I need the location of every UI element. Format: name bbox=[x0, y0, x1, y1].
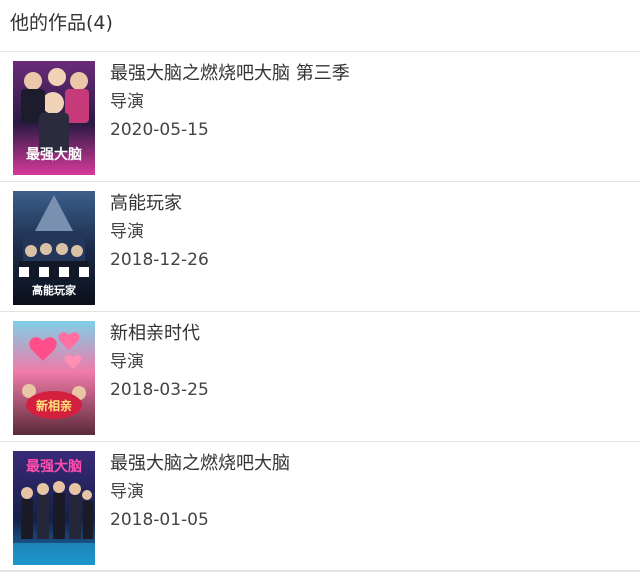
poster-art-high-energy: 高能玩家 bbox=[13, 191, 95, 305]
work-item[interactable]: 高能玩家 高能玩家 导演 2018-12-26 bbox=[0, 182, 640, 312]
work-title[interactable]: 新相亲时代 bbox=[110, 322, 209, 346]
poster-image[interactable]: 最强大脑 bbox=[13, 451, 95, 565]
poster-art-brain: 最强大脑 bbox=[13, 451, 95, 565]
work-role: 导演 bbox=[110, 352, 144, 372]
work-title[interactable]: 高能玩家 bbox=[110, 192, 209, 216]
poster-text: 新相亲 bbox=[36, 398, 72, 413]
work-info: 新相亲时代 导演 2018-03-25 bbox=[110, 322, 209, 402]
work-date: 2020-05-15 bbox=[110, 120, 209, 140]
poster-image[interactable]: 新相亲 bbox=[13, 321, 95, 435]
section-title: 他的作品(4) bbox=[0, 0, 640, 52]
work-date: 2018-12-26 bbox=[110, 250, 209, 270]
work-item[interactable]: 最强大脑 最强大脑之燃烧吧大脑 导演 2018-01-05 bbox=[0, 442, 640, 572]
work-date: 2018-03-25 bbox=[110, 380, 209, 400]
work-title[interactable]: 最强大脑之燃烧吧大脑 bbox=[110, 452, 290, 476]
poster-image[interactable]: 最强大脑 bbox=[13, 61, 95, 175]
work-date: 2018-01-05 bbox=[110, 510, 209, 530]
work-info: 最强大脑之燃烧吧大脑 导演 2018-01-05 bbox=[110, 452, 290, 532]
poster-image[interactable]: 高能玩家 bbox=[13, 191, 95, 305]
work-info: 最强大脑之燃烧吧大脑 第三季 导演 2020-05-15 bbox=[110, 62, 350, 142]
works-list: 最强大脑 最强大脑之燃烧吧大脑 第三季 导演 2020-05-15 高能玩家 高… bbox=[0, 52, 640, 572]
work-role: 导演 bbox=[110, 92, 144, 112]
poster-text: 最强大脑 bbox=[26, 458, 82, 475]
poster-art-brain-3: 最强大脑 bbox=[13, 61, 95, 175]
work-role: 导演 bbox=[110, 222, 144, 242]
work-item[interactable]: 最强大脑 最强大脑之燃烧吧大脑 第三季 导演 2020-05-15 bbox=[0, 52, 640, 182]
poster-text: 高能玩家 bbox=[32, 283, 77, 297]
poster-text: 最强大脑 bbox=[26, 146, 82, 163]
work-info: 高能玩家 导演 2018-12-26 bbox=[110, 192, 209, 272]
work-title[interactable]: 最强大脑之燃烧吧大脑 第三季 bbox=[110, 62, 350, 86]
poster-art-dating: 新相亲 bbox=[13, 321, 95, 435]
work-role: 导演 bbox=[110, 482, 144, 502]
work-item[interactable]: 新相亲 新相亲时代 导演 2018-03-25 bbox=[0, 312, 640, 442]
